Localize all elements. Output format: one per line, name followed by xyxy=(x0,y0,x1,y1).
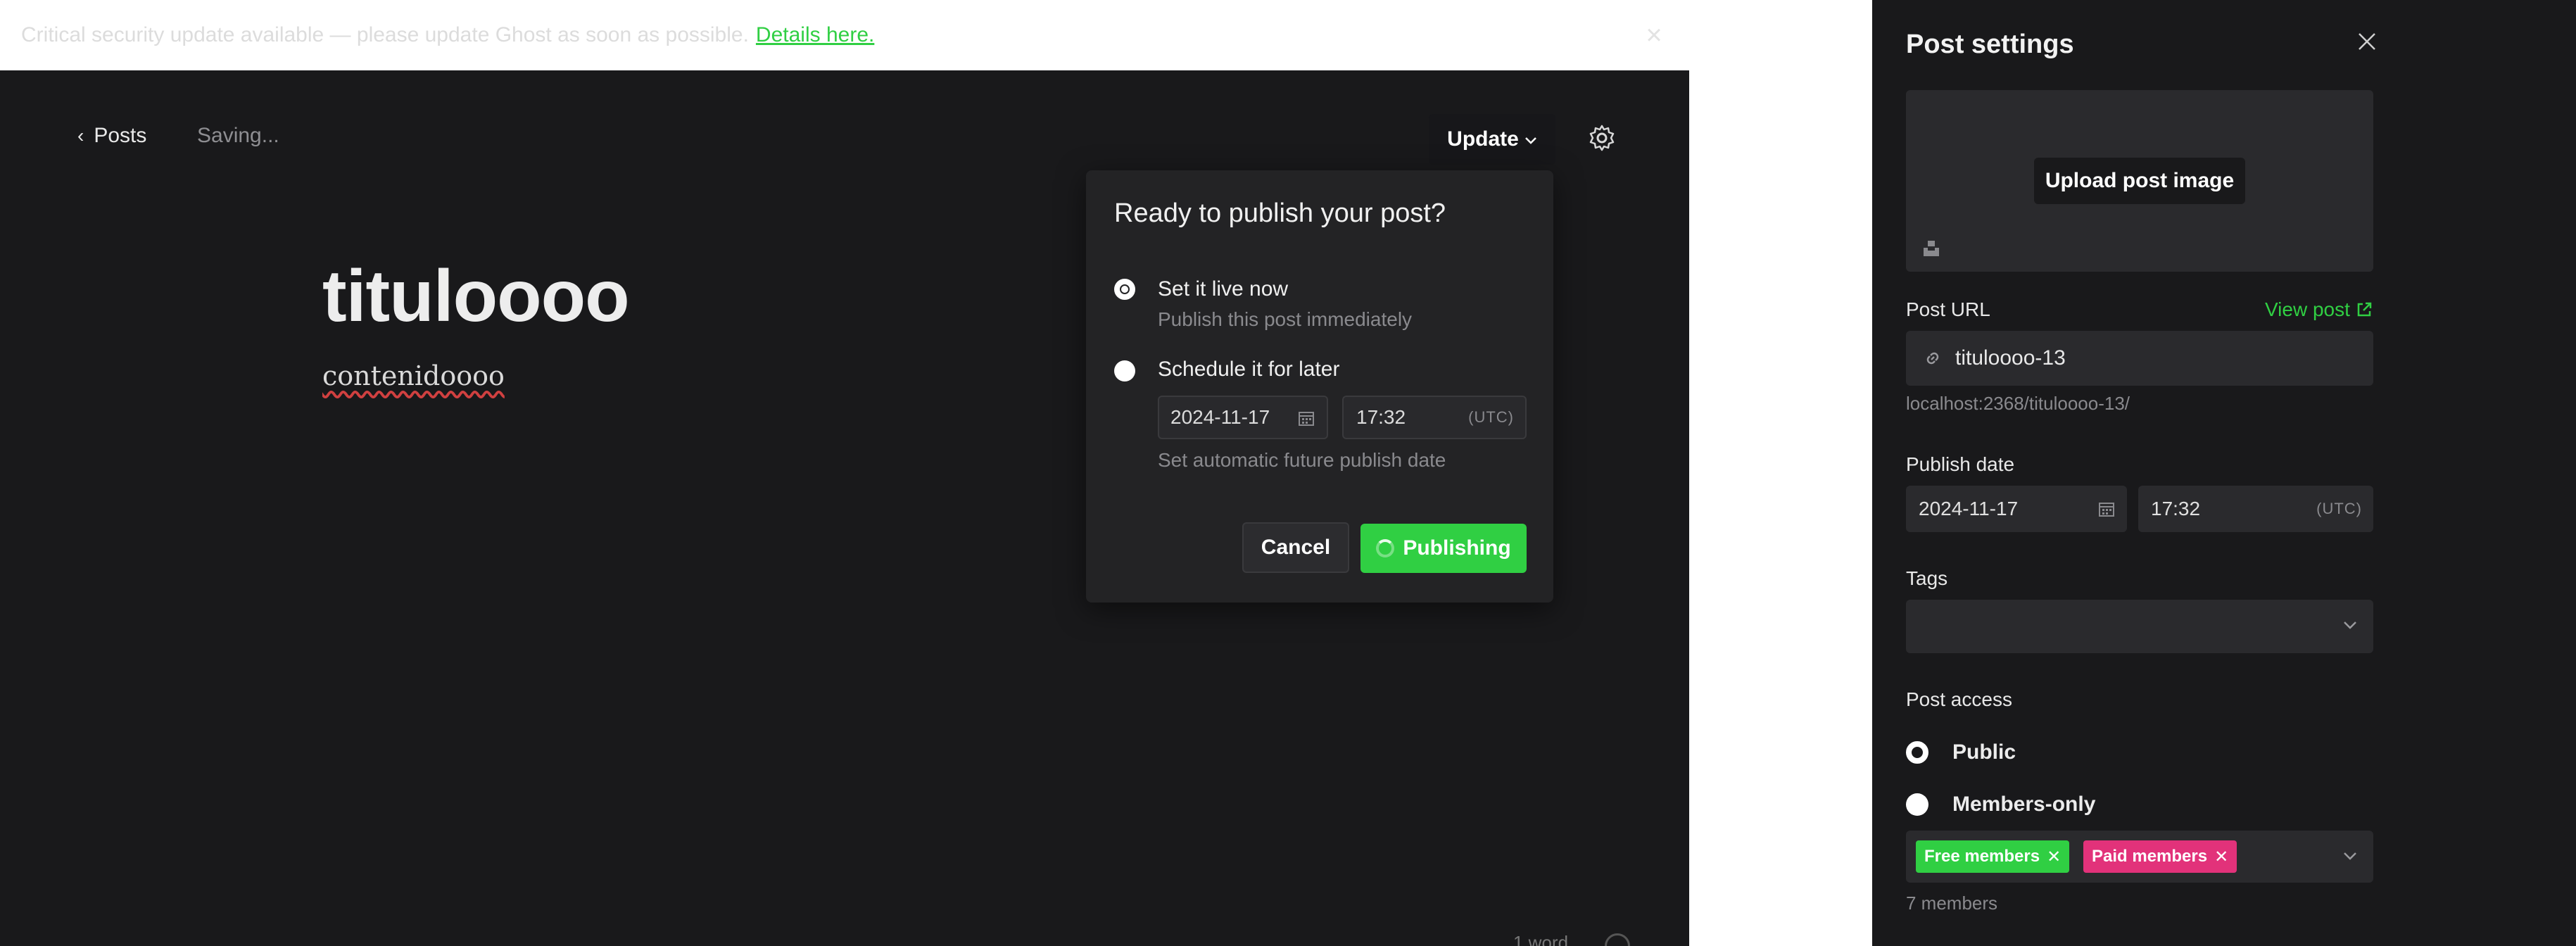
post-image-dropzone[interactable]: Upload post image xyxy=(1906,90,2373,272)
settings-title: Post settings xyxy=(1906,30,2074,59)
radio-set-live-now[interactable] xyxy=(1114,279,1135,300)
back-to-posts-link[interactable]: ‹ Posts xyxy=(77,124,146,148)
chevron-down-icon xyxy=(2344,622,2356,629)
access-option-members-only[interactable]: Members-only xyxy=(1906,793,2095,816)
close-icon[interactable] xyxy=(2355,30,2379,53)
view-post-link[interactable]: View post xyxy=(2265,298,2373,321)
access-public-label: Public xyxy=(1952,740,2016,764)
external-link-icon xyxy=(2357,302,2372,317)
chevron-down-icon xyxy=(2344,852,2356,860)
save-status: Saving... xyxy=(197,124,279,147)
tier-free-label: Free members xyxy=(1924,847,2040,866)
chevron-down-icon xyxy=(1524,137,1536,144)
publish-time-input[interactable]: 17:32 (UTC) xyxy=(2138,486,2373,532)
schedule-time-input[interactable]: 17:32 (UTC) xyxy=(1342,396,1527,439)
publish-date-input[interactable]: 2024-11-17 xyxy=(1906,486,2127,532)
option-schedule-subtitle: Set automatic future publish date xyxy=(1158,449,1446,471)
publish-label: Publishing xyxy=(1403,536,1511,560)
gear-icon[interactable] xyxy=(1588,124,1616,152)
post-slug-value: tituloooo-13 xyxy=(1955,346,2066,370)
tier-paid-label: Paid members xyxy=(2092,847,2208,866)
unsplash-icon[interactable] xyxy=(1921,238,1941,258)
schedule-date-input[interactable]: 2024-11-17 xyxy=(1158,396,1328,439)
post-body[interactable]: contenidoooo xyxy=(322,360,505,391)
post-settings-panel: Post settings Upload post image Post URL… xyxy=(1872,0,2576,946)
access-members-label: Members-only xyxy=(1952,793,2096,816)
security-banner: Critical security update available — ple… xyxy=(0,0,1689,70)
chevron-left-icon: ‹ xyxy=(77,125,84,146)
option-live-title[interactable]: Set it live now xyxy=(1158,277,1288,301)
update-label: Update xyxy=(1447,127,1519,151)
post-url-input[interactable]: tituloooo-13 xyxy=(1906,331,2373,386)
tags-select[interactable] xyxy=(1906,600,2373,653)
post-url-hint: localhost:2368/tituloooo-13/ xyxy=(1906,393,2130,414)
banner-message: Critical security update available — ple… xyxy=(21,23,749,46)
word-count: 1 word xyxy=(1513,932,1569,946)
timezone-label: (UTC) xyxy=(1468,408,1514,426)
access-option-public[interactable]: Public xyxy=(1906,740,2016,764)
schedule-time-value: 17:32 xyxy=(1356,406,1406,428)
publish-heading: Ready to publish your post? xyxy=(1114,198,1446,228)
spinner-icon xyxy=(1376,539,1395,557)
update-button[interactable]: Update xyxy=(1429,114,1555,165)
calendar-icon[interactable] xyxy=(1297,409,1315,427)
calendar-icon[interactable] xyxy=(2097,500,2116,518)
post-access-label: Post access xyxy=(1906,688,2012,710)
tier-pill-free: Free members ✕ xyxy=(1916,840,2070,873)
cancel-button[interactable]: Cancel xyxy=(1242,522,1349,573)
post-title[interactable]: tituloooo xyxy=(322,255,630,339)
option-schedule-title[interactable]: Schedule it for later xyxy=(1158,358,1339,381)
upload-post-image-button[interactable]: Upload post image xyxy=(2034,158,2245,204)
radio-public[interactable] xyxy=(1906,741,1928,764)
publish-popover: Ready to publish your post? Set it live … xyxy=(1086,170,1553,603)
members-count: 7 members xyxy=(1906,893,1998,914)
back-label: Posts xyxy=(94,124,147,147)
post-url-label: Post URL xyxy=(1906,298,1990,320)
remove-tier-icon[interactable]: ✕ xyxy=(2047,847,2061,867)
help-icon[interactable] xyxy=(1605,933,1630,946)
remove-tier-icon[interactable]: ✕ xyxy=(2214,847,2228,867)
tags-label: Tags xyxy=(1906,567,1948,589)
schedule-date-value: 2024-11-17 xyxy=(1170,406,1270,428)
view-post-label: View post xyxy=(2265,298,2350,320)
publish-button[interactable]: Publishing xyxy=(1360,524,1527,573)
close-icon[interactable]: × xyxy=(1640,21,1668,49)
option-live-subtitle: Publish this post immediately xyxy=(1158,308,1413,330)
tier-pill-paid: Paid members ✕ xyxy=(2083,840,2237,873)
timezone-label: (UTC) xyxy=(2316,500,2362,517)
member-tiers-select[interactable]: Free members ✕ Paid members ✕ xyxy=(1906,831,2373,883)
publish-date-value: 2024-11-17 xyxy=(1919,498,2019,519)
banner-details-link[interactable]: Details here. xyxy=(756,23,874,47)
link-icon xyxy=(1926,352,1939,365)
radio-schedule-later[interactable] xyxy=(1114,360,1135,381)
radio-members-only[interactable] xyxy=(1906,793,1928,816)
publish-date-label: Publish date xyxy=(1906,453,2015,475)
panel-gutter xyxy=(1689,0,1872,946)
publish-time-value: 17:32 xyxy=(2151,498,2201,519)
